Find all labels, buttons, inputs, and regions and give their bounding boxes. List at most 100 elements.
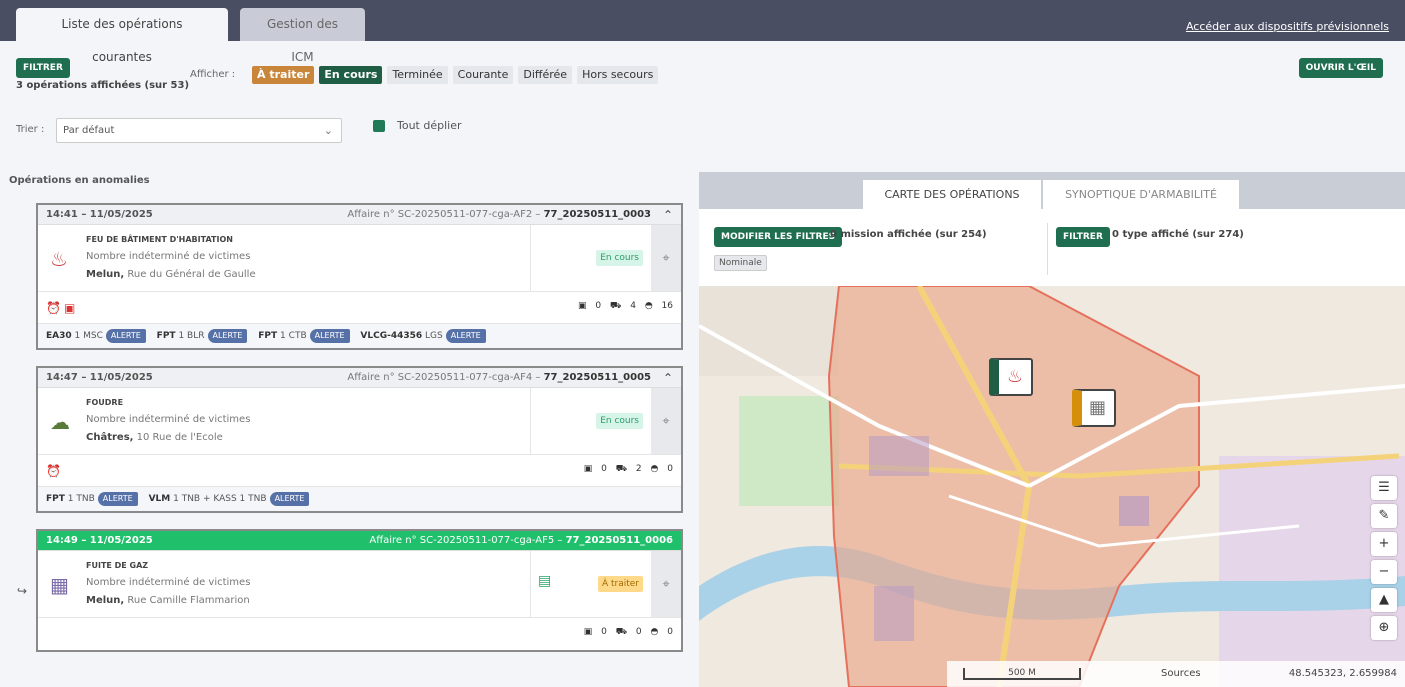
person-icon: ▣ bbox=[583, 464, 593, 474]
locate-icon[interactable]: ⌖ bbox=[651, 551, 681, 617]
sources-link[interactable]: Sources bbox=[1161, 668, 1201, 679]
card-footer: ⏰▣ ▣ 0 ⛟ 4 ◓ 16 bbox=[38, 292, 681, 324]
divider bbox=[530, 225, 531, 291]
resource-counts: ▣ 0 ⛟ 0 ◓ 0 bbox=[583, 627, 673, 637]
chip-hors-secours[interactable]: Hors secours bbox=[577, 66, 659, 84]
operation-title: FOUDRE bbox=[86, 398, 124, 407]
locate-icon[interactable]: ⌖ bbox=[651, 225, 681, 291]
gas-marker[interactable]: ▦ bbox=[1072, 389, 1116, 427]
divider bbox=[530, 551, 531, 617]
chevron-up-icon[interactable]: ⌃ bbox=[663, 205, 673, 225]
nominale-tag[interactable]: Nominale bbox=[714, 255, 767, 271]
truck-icon: ⛟ bbox=[615, 627, 628, 637]
chevron-up-icon[interactable]: ⌃ bbox=[663, 368, 673, 388]
victims-text: Nombre indéterminé de victimes bbox=[86, 251, 251, 262]
unfold-all-label: Tout déplier bbox=[397, 119, 462, 132]
chip-en-cours[interactable]: En cours bbox=[319, 66, 383, 84]
anomalies-title: Opérations en anomalies bbox=[9, 175, 150, 186]
truck-icon: ⛟ bbox=[610, 301, 622, 311]
map-view[interactable]: ♨ ▦ ☰ ✎ + − ▲ ⊕ 500 M Sources 48.545323,… bbox=[699, 286, 1405, 687]
status-filter-chips: À traiter En cours Terminée Courante Dif… bbox=[252, 66, 659, 84]
alert-badge: ALERTE bbox=[105, 329, 146, 343]
person-icon: ▣ bbox=[578, 301, 587, 311]
unfold-all-checkbox[interactable] bbox=[373, 120, 385, 132]
provisional-devices-link[interactable]: Accéder aux dispositifs prévisionnels bbox=[1186, 20, 1389, 33]
helmet-icon: ◓ bbox=[650, 627, 659, 637]
operation-card[interactable]: 14:49 – 11/05/2025 Affaire n° SC-2025051… bbox=[36, 529, 683, 652]
helmet-icon: ◓ bbox=[650, 464, 659, 474]
list-icon[interactable]: ☰ bbox=[1371, 476, 1397, 500]
card-body: ♨ FEU DE BÂTIMENT D'HABITATION Nombre in… bbox=[38, 225, 681, 292]
truck-icon: ⛟ bbox=[615, 464, 628, 474]
sort-select[interactable]: Par défaut ⌄ bbox=[56, 118, 342, 143]
card-reference: Affaire n° SC-20250511-077-cga-AF4 – 77_… bbox=[347, 372, 651, 383]
divider bbox=[530, 388, 531, 454]
chip-differee[interactable]: Différée bbox=[518, 66, 573, 84]
coordinates: 48.545323, 2.659984 bbox=[1288, 668, 1397, 679]
operation-number: 77_20250511_0006 bbox=[565, 535, 673, 546]
document-icon[interactable]: ▤ bbox=[538, 573, 551, 589]
zoom-in-icon[interactable]: + bbox=[1371, 532, 1397, 556]
resource-counts: ▣ 0 ⛟ 4 ◓ 16 bbox=[578, 301, 673, 311]
tab-operations-map[interactable]: CARTE DES OPÉRATIONS bbox=[863, 180, 1041, 209]
card-time: 14:47 – 11/05/2025 bbox=[46, 372, 153, 383]
card-header: 14:49 – 11/05/2025 Affaire n° SC-2025051… bbox=[38, 531, 681, 551]
status-badge: À traiter bbox=[597, 576, 643, 592]
tab-current-operations[interactable]: Liste des opérations courantes bbox=[16, 8, 228, 64]
alarm-icon: ⏰ bbox=[46, 464, 64, 478]
operation-number: 77_20250511_0003 bbox=[543, 209, 651, 220]
sort-selected-value: Par défaut bbox=[63, 125, 115, 136]
alarm-icons: ⏰▣ bbox=[46, 301, 79, 315]
fire-icon: ♨ bbox=[50, 247, 68, 271]
map-controls: ☰ ✎ + − ▲ ⊕ bbox=[1371, 476, 1397, 640]
map-filter-button[interactable]: FILTRER bbox=[1056, 227, 1110, 247]
operation-title: FEU DE BÂTIMENT D'HABITATION bbox=[86, 235, 233, 244]
card-time: 14:49 – 11/05/2025 bbox=[46, 535, 153, 546]
top-bar: Liste des opérations courantes Gestion d… bbox=[0, 0, 1405, 64]
divider bbox=[1047, 223, 1048, 275]
alert-badge: ALERTE bbox=[269, 492, 310, 506]
engines-row: FPT 1 TNB ALERTE VLM 1 TNB + KASS 1 TNB AL… bbox=[38, 487, 681, 511]
address: Melun, Rue du Général de Gaulle bbox=[86, 269, 256, 280]
operation-card[interactable]: 14:47 – 11/05/2025 Affaire n° SC-2025051… bbox=[36, 366, 683, 513]
tab-icm-management[interactable]: Gestion des ICM bbox=[240, 8, 365, 64]
locate-icon[interactable]: ⌖ bbox=[651, 388, 681, 454]
operations-count: 3 opérations affichées (sur 53) bbox=[16, 80, 190, 91]
alert-badge: ALERTE bbox=[97, 492, 138, 506]
open-eye-button[interactable]: OUVRIR L'ŒIL bbox=[1298, 58, 1383, 78]
helmet-icon: ◓ bbox=[644, 301, 653, 311]
victims-text: Nombre indéterminé de victimes bbox=[86, 577, 251, 588]
type-count: 0 type affiché (sur 274) bbox=[1112, 229, 1244, 240]
alert-badge: ALERTE bbox=[309, 329, 350, 343]
tab-synoptic[interactable]: SYNOPTIQUE D'ARMABILITÉ bbox=[1043, 180, 1239, 209]
compass-icon[interactable]: ▲ bbox=[1371, 588, 1397, 612]
map-panel: CARTE DES OPÉRATIONS SYNOPTIQUE D'ARMABI… bbox=[699, 172, 1405, 687]
fire-marker[interactable]: ♨ bbox=[989, 358, 1033, 396]
pencil-icon[interactable]: ✎ bbox=[1371, 504, 1397, 528]
card-footer: ⏰ ▣ 0 ⛟ 2 ◓ 0 bbox=[38, 455, 681, 487]
filter-button[interactable]: FILTRER bbox=[16, 58, 70, 78]
operation-number: 77_20250511_0005 bbox=[543, 372, 651, 383]
victims-text: Nombre indéterminé de victimes bbox=[86, 414, 251, 425]
zoom-out-icon[interactable]: − bbox=[1371, 560, 1397, 584]
card-header: 14:47 – 11/05/2025 Affaire n° SC-2025051… bbox=[38, 368, 681, 388]
sub-arrow-icon: ↪ bbox=[17, 584, 28, 598]
operation-card[interactable]: 14:41 – 11/05/2025 Affaire n° SC-2025051… bbox=[36, 203, 683, 350]
sort-label: Trier : bbox=[16, 124, 45, 135]
address: Châtres, 10 Rue de l'Ecole bbox=[86, 432, 223, 443]
chip-terminee[interactable]: Terminée bbox=[387, 66, 448, 84]
operation-title: FUITE DE GAZ bbox=[86, 561, 149, 570]
map-canvas bbox=[699, 286, 1405, 687]
person-icon: ▣ bbox=[583, 627, 593, 637]
card-body: ▦ FUITE DE GAZ Nombre indéterminé de vic… bbox=[38, 551, 681, 618]
resource-counts: ▣ 0 ⛟ 2 ◓ 0 bbox=[583, 464, 673, 474]
map-footer: 500 M Sources 48.545323, 2.659984 bbox=[947, 661, 1405, 687]
geolocate-icon[interactable]: ⊕ bbox=[1371, 616, 1397, 640]
lightning-icon: ☁ bbox=[50, 410, 70, 434]
card-time: 14:41 – 11/05/2025 bbox=[46, 209, 153, 220]
modify-filters-button[interactable]: MODIFIER LES FILTRES bbox=[714, 227, 843, 247]
status-badge: En cours bbox=[596, 250, 643, 266]
chip-a-traiter[interactable]: À traiter bbox=[252, 66, 315, 84]
chip-courante[interactable]: Courante bbox=[452, 66, 514, 84]
gas-leak-icon: ▦ bbox=[50, 573, 69, 597]
